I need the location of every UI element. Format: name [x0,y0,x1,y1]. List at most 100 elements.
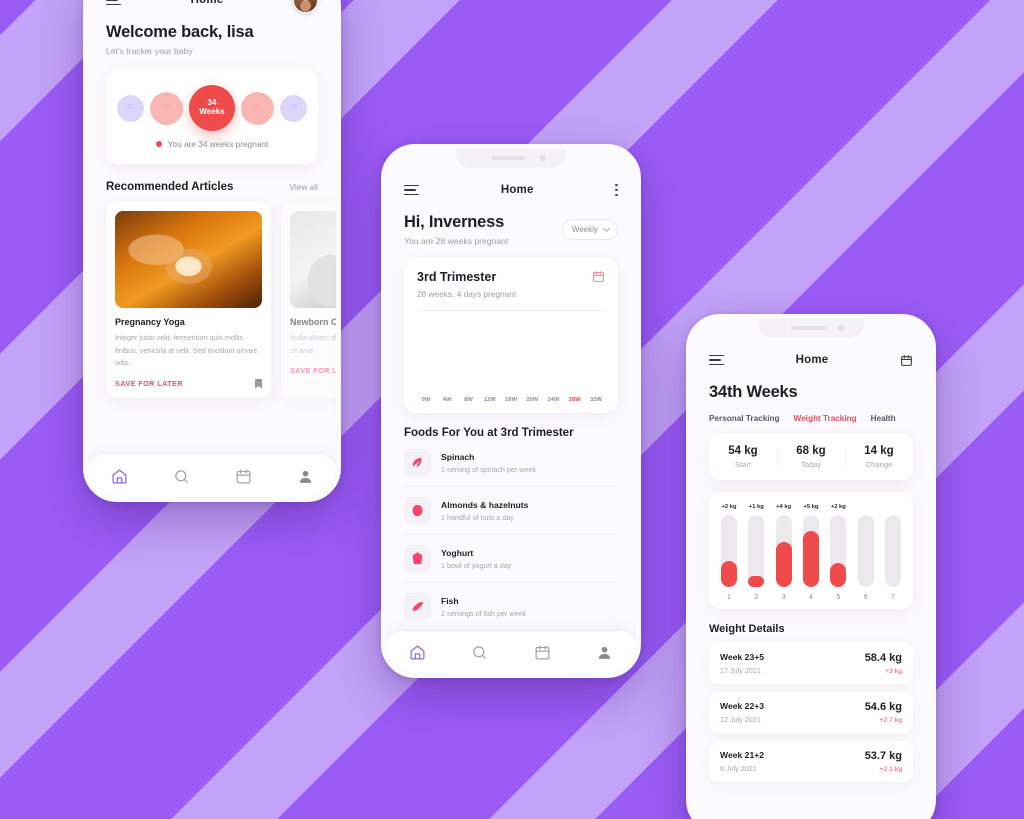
pregnancy-status-text: You are 34 weeks pregnant [167,139,269,149]
food-text: Fish 2 servings of fish per week [441,596,526,618]
table-row[interactable]: Week 21+2 6 July 2021 53.7 kg +2.1 kg [709,741,913,782]
bar-label: 4W [442,397,452,403]
bar-data-label: +2 kg [830,504,846,510]
stat-value: 68 kg [796,445,826,457]
article-image [115,211,262,308]
trimester-subtitle: 28 weeks, 4 days pregnant [417,289,517,299]
calendar-icon[interactable] [235,468,252,485]
avatar[interactable] [292,0,318,13]
camera-icon [540,155,546,161]
bar-label: 5 [836,594,841,601]
weight-bar-7[interactable] [883,504,903,587]
list-item[interactable]: Fish 2 servings of fish per week [404,583,618,631]
weight-bar-2[interactable]: +1 kg [746,504,766,587]
row-left: Week 23+5 17 July 2021 [720,652,764,675]
hamburger-icon[interactable] [106,0,121,6]
search-icon[interactable] [471,644,488,661]
row-left: Week 21+2 6 July 2021 [720,750,764,773]
article-footer: SAVE FOR LA [290,366,336,375]
weight-details-list: Week 23+5 17 July 2021 58.4 kg +3 kg Wee… [709,643,913,782]
stat-start: 54 kg Start [709,445,777,469]
tab-health[interactable]: Health [871,414,896,423]
weight-bar-5[interactable]: +2 kg [828,504,848,587]
bar-track [802,515,819,587]
bar-label: 20W [526,397,539,403]
weight-bar-6[interactable] [856,504,876,587]
calendar-icon[interactable] [534,644,551,661]
bar-data-label: +1 kg [748,504,764,510]
calendar-icon[interactable] [592,270,605,283]
phone2-greeting-row: Hi, Inverness You are 28 weeks pregnant … [404,213,618,246]
page-title: 34th Weeks [709,383,798,401]
save-for-later-button[interactable]: SAVE FOR LATER [115,379,183,388]
calendar-icon[interactable] [900,354,913,367]
week-label: 35 [253,104,262,112]
row-week: Week 22+3 [720,701,765,711]
period-filter-label: Weekly [571,225,598,234]
food-name: Yoghurt [441,547,474,558]
bar-data-label: +5 kg [803,504,819,510]
bar-fill [748,576,765,587]
view-all-link[interactable]: View all [290,182,318,192]
list-item[interactable]: Spinach 1 serving of spinach per week [404,439,618,487]
food-desc: 1 serving of spinach per week [441,464,537,474]
food-name: Fish [441,595,459,606]
phone1-header-title: Home [190,0,224,6]
home-icon[interactable] [409,644,426,661]
status-dot-icon [155,141,162,147]
phone-mockup-weight: Home 34th Weeks Personal Tracking Weight… [686,314,936,819]
weight-bar-1[interactable]: +2 kg [719,504,739,587]
phone1-content: Welcome back, lisa Let's tracker your ba… [88,23,336,398]
week-circle-35[interactable]: 35 [241,91,274,125]
week-unit: Weeks [199,107,225,116]
row-right: 54.6 kg +2.7 kg [865,701,902,724]
article-card[interactable]: Newborn C Nulla ullamc dictum phar ante … [281,202,336,398]
row-delta: +2.1 kg [879,766,903,773]
row-right: 58.4 kg +3 kg [865,652,902,675]
week-circle-33[interactable]: 33 [150,91,183,125]
tab-weight-tracking[interactable]: Weight Tracking [794,414,857,423]
home-icon[interactable] [111,468,128,485]
bar-label: 3 [781,594,786,601]
tab-personal-tracking[interactable]: Personal Tracking [709,414,780,423]
table-row[interactable]: Week 23+5 17 July 2021 58.4 kg +3 kg [709,643,913,684]
list-item[interactable]: Yoghurt 1 bowl of yogurt a day [404,535,618,583]
stat-label: Today [800,460,822,469]
more-vertical-icon[interactable] [615,183,618,197]
hamburger-icon[interactable] [709,354,724,366]
save-for-later-button[interactable]: SAVE FOR LA [290,366,336,375]
hamburger-icon[interactable] [404,184,419,196]
food-text: Yoghurt 1 bowl of yogurt a day [441,548,511,570]
article-excerpt: Integer justo velit, fermentum quis moll… [115,333,258,368]
phone2-header-title: Home [500,184,534,196]
bar-label: 0W [421,397,431,403]
bookmark-icon[interactable] [255,378,262,389]
table-row[interactable]: Week 22+3 12 July 2021 54.6 kg +2.7 kg [709,692,913,733]
page-subtitle: You are 28 weeks pregnant [404,236,509,246]
trimester-card: 3rd Trimester 28 weeks, 4 days pregnant [404,258,618,413]
bar-label: 4 [809,594,813,601]
bar-track [884,515,901,587]
food-desc: 1 bowl of yogurt a day [441,560,512,570]
profile-icon[interactable] [297,468,314,485]
article-excerpt: Nulla ullamc dictum phar ante sit ame [290,333,336,355]
search-icon[interactable] [173,468,190,485]
list-item[interactable]: Almonds & hazelnuts 1 handful of nuts a … [404,487,618,535]
weight-bar-4[interactable]: +5 kg [801,504,821,587]
phone2-content: Hi, Inverness You are 28 weeks pregnant … [386,213,636,631]
phone1-topbar: Home [88,0,336,23]
article-card[interactable]: Pregnancy Yoga Integer justo velit, ferm… [106,202,271,398]
bar-data-label: +4 kg [776,504,792,510]
week-circle-34-current[interactable]: 34 Weeks [189,85,235,131]
bar-label: 24W [547,397,560,403]
week-circle-36[interactable]: 36 [280,94,307,122]
bar-fill [802,530,819,587]
bar-label: 12W [483,397,496,403]
profile-icon[interactable] [596,644,613,661]
weight-bar-3[interactable]: +4 kg [774,504,794,587]
article-footer: SAVE FOR LATER [115,378,262,389]
row-right: 53.7 kg +2.1 kg [865,750,902,773]
period-filter-dropdown[interactable]: Weekly [561,219,618,240]
screenshot-stage: Home Welcome back, lisa Let's tracker yo… [0,0,1024,819]
week-circle-32[interactable]: 32 [117,94,144,122]
